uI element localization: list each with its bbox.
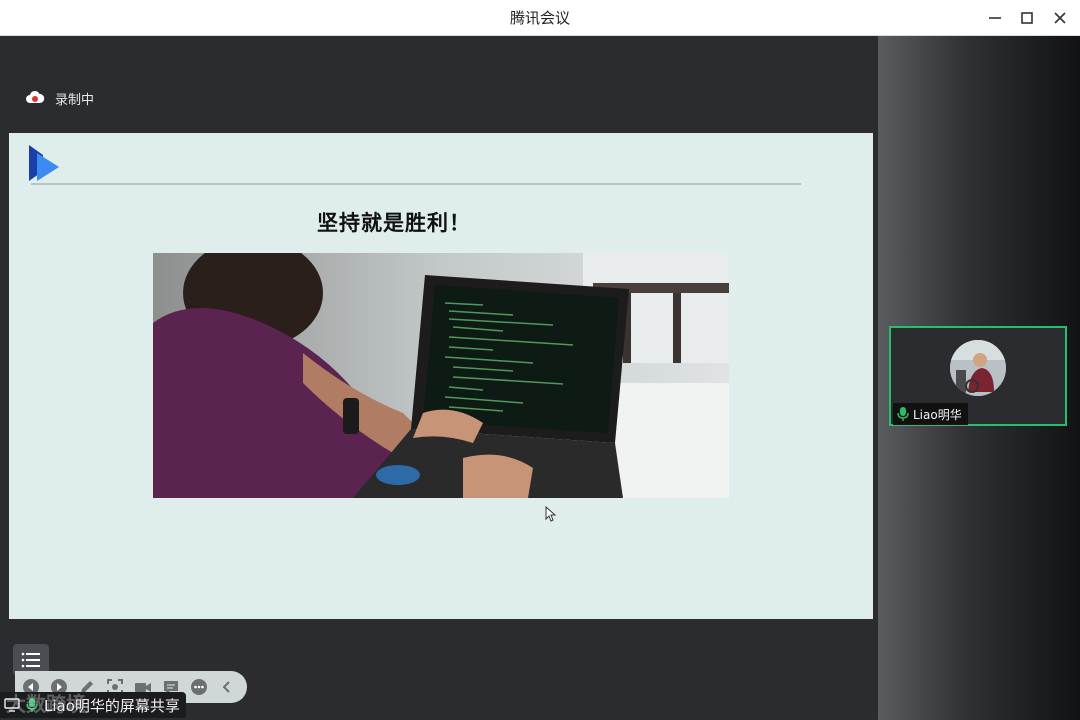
- shared-screen-area: 录制中 坚持就是胜利！: [3, 36, 878, 717]
- close-icon[interactable]: [1048, 6, 1072, 30]
- cloud-record-icon: [26, 90, 45, 103]
- list-icon: [21, 652, 40, 668]
- avatar: [950, 340, 1006, 396]
- screen-share-label: Liao明华的屏幕共享: [0, 692, 186, 718]
- screen-share-icon: [4, 698, 20, 712]
- screen-share-text: Liao明华的屏幕共享: [44, 696, 180, 715]
- slide-photo: [153, 253, 729, 498]
- microphone-icon: [26, 698, 38, 712]
- microphone-icon: [897, 407, 909, 421]
- minimize-icon[interactable]: [983, 6, 1007, 30]
- participant-tile[interactable]: Liao明华: [889, 326, 1067, 426]
- collapse-icon[interactable]: [217, 677, 237, 697]
- recording-indicator[interactable]: 录制中: [25, 88, 94, 108]
- window-title: 腾讯会议: [509, 9, 570, 27]
- maximize-icon[interactable]: [1015, 6, 1039, 30]
- participant-name-tag: Liao明华: [893, 403, 968, 425]
- presentation-slide: 坚持就是胜利！: [9, 133, 873, 703]
- recording-label: 录制中: [55, 92, 95, 108]
- slide-divider: [31, 183, 801, 185]
- slide-title: 坚持就是胜利！: [317, 211, 471, 235]
- more-icon[interactable]: [189, 677, 209, 697]
- mouse-cursor-icon: [545, 506, 557, 522]
- play-logo-icon: [29, 145, 59, 181]
- title-bar: 腾讯会议: [0, 0, 1080, 36]
- participant-name: Liao明华: [913, 407, 962, 422]
